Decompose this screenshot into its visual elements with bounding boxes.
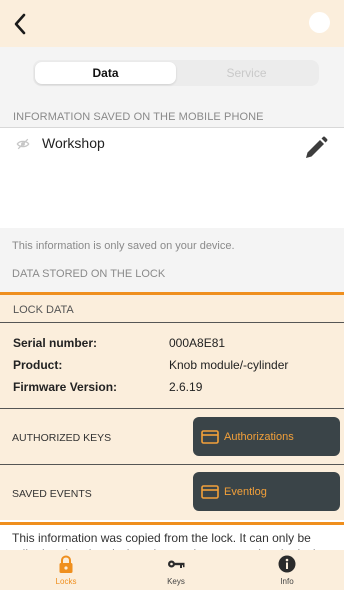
section-divider xyxy=(0,522,344,525)
lock-section-title: DATA STORED ON THE LOCK xyxy=(12,268,166,280)
bottom-tab-bar: Locks Keys Info xyxy=(0,550,344,590)
device-only-note: This information is only saved on your d… xyxy=(12,240,235,252)
segment-area: Data Service xyxy=(0,47,344,104)
lock-data-title: LOCK DATA xyxy=(13,304,74,316)
eye-off-icon[interactable] xyxy=(16,137,30,151)
card-icon xyxy=(201,484,219,499)
status-indicator xyxy=(309,12,330,33)
phone-info-row: Workshop xyxy=(0,128,344,228)
tab-keys[interactable]: Keys xyxy=(126,550,226,590)
authorizations-button-label: Authorizations xyxy=(224,430,294,443)
tab-data[interactable]: Data xyxy=(35,62,176,84)
top-bar xyxy=(0,0,344,47)
authorized-keys-label: AUTHORIZED KEYS xyxy=(12,432,112,444)
saved-events-label: SAVED EVENTS xyxy=(12,488,92,500)
eventlog-button[interactable]: Eventlog xyxy=(193,472,340,511)
device-note-block: This information is only saved on your d… xyxy=(0,228,344,292)
firmware-version-label: Firmware Version: xyxy=(13,380,118,394)
product-label: Product: xyxy=(13,358,63,372)
authorizations-button[interactable]: Authorizations xyxy=(193,417,340,456)
tab-locks[interactable]: Locks xyxy=(16,550,116,590)
segmented-control: Data Service xyxy=(33,60,319,86)
tab-info[interactable]: Info xyxy=(237,550,337,590)
chevron-left-icon xyxy=(14,13,26,35)
lock-copied-note: This information was copied from the loc… xyxy=(12,531,322,550)
lock-icon xyxy=(59,555,73,573)
serial-number-label: Serial number: xyxy=(13,336,98,350)
key-icon xyxy=(168,560,185,568)
eventlog-button-label: Eventlog xyxy=(224,485,267,498)
serial-number-value: 000A8E81 xyxy=(169,336,226,350)
back-button[interactable] xyxy=(8,11,32,37)
tab-info-label: Info xyxy=(280,577,294,586)
card-icon xyxy=(201,429,219,444)
phone-section-title: INFORMATION SAVED ON THE MOBILE PHONE xyxy=(0,104,344,128)
tab-service[interactable]: Service xyxy=(176,62,317,84)
info-icon xyxy=(278,555,296,573)
product-value: Knob module/-cylinder xyxy=(169,358,289,372)
tab-locks-label: Locks xyxy=(55,577,77,586)
tab-keys-label: Keys xyxy=(167,577,185,586)
pencil-icon[interactable] xyxy=(302,136,328,162)
phone-lock-name: Workshop xyxy=(42,135,105,151)
firmware-version-value: 2.6.19 xyxy=(169,380,203,394)
